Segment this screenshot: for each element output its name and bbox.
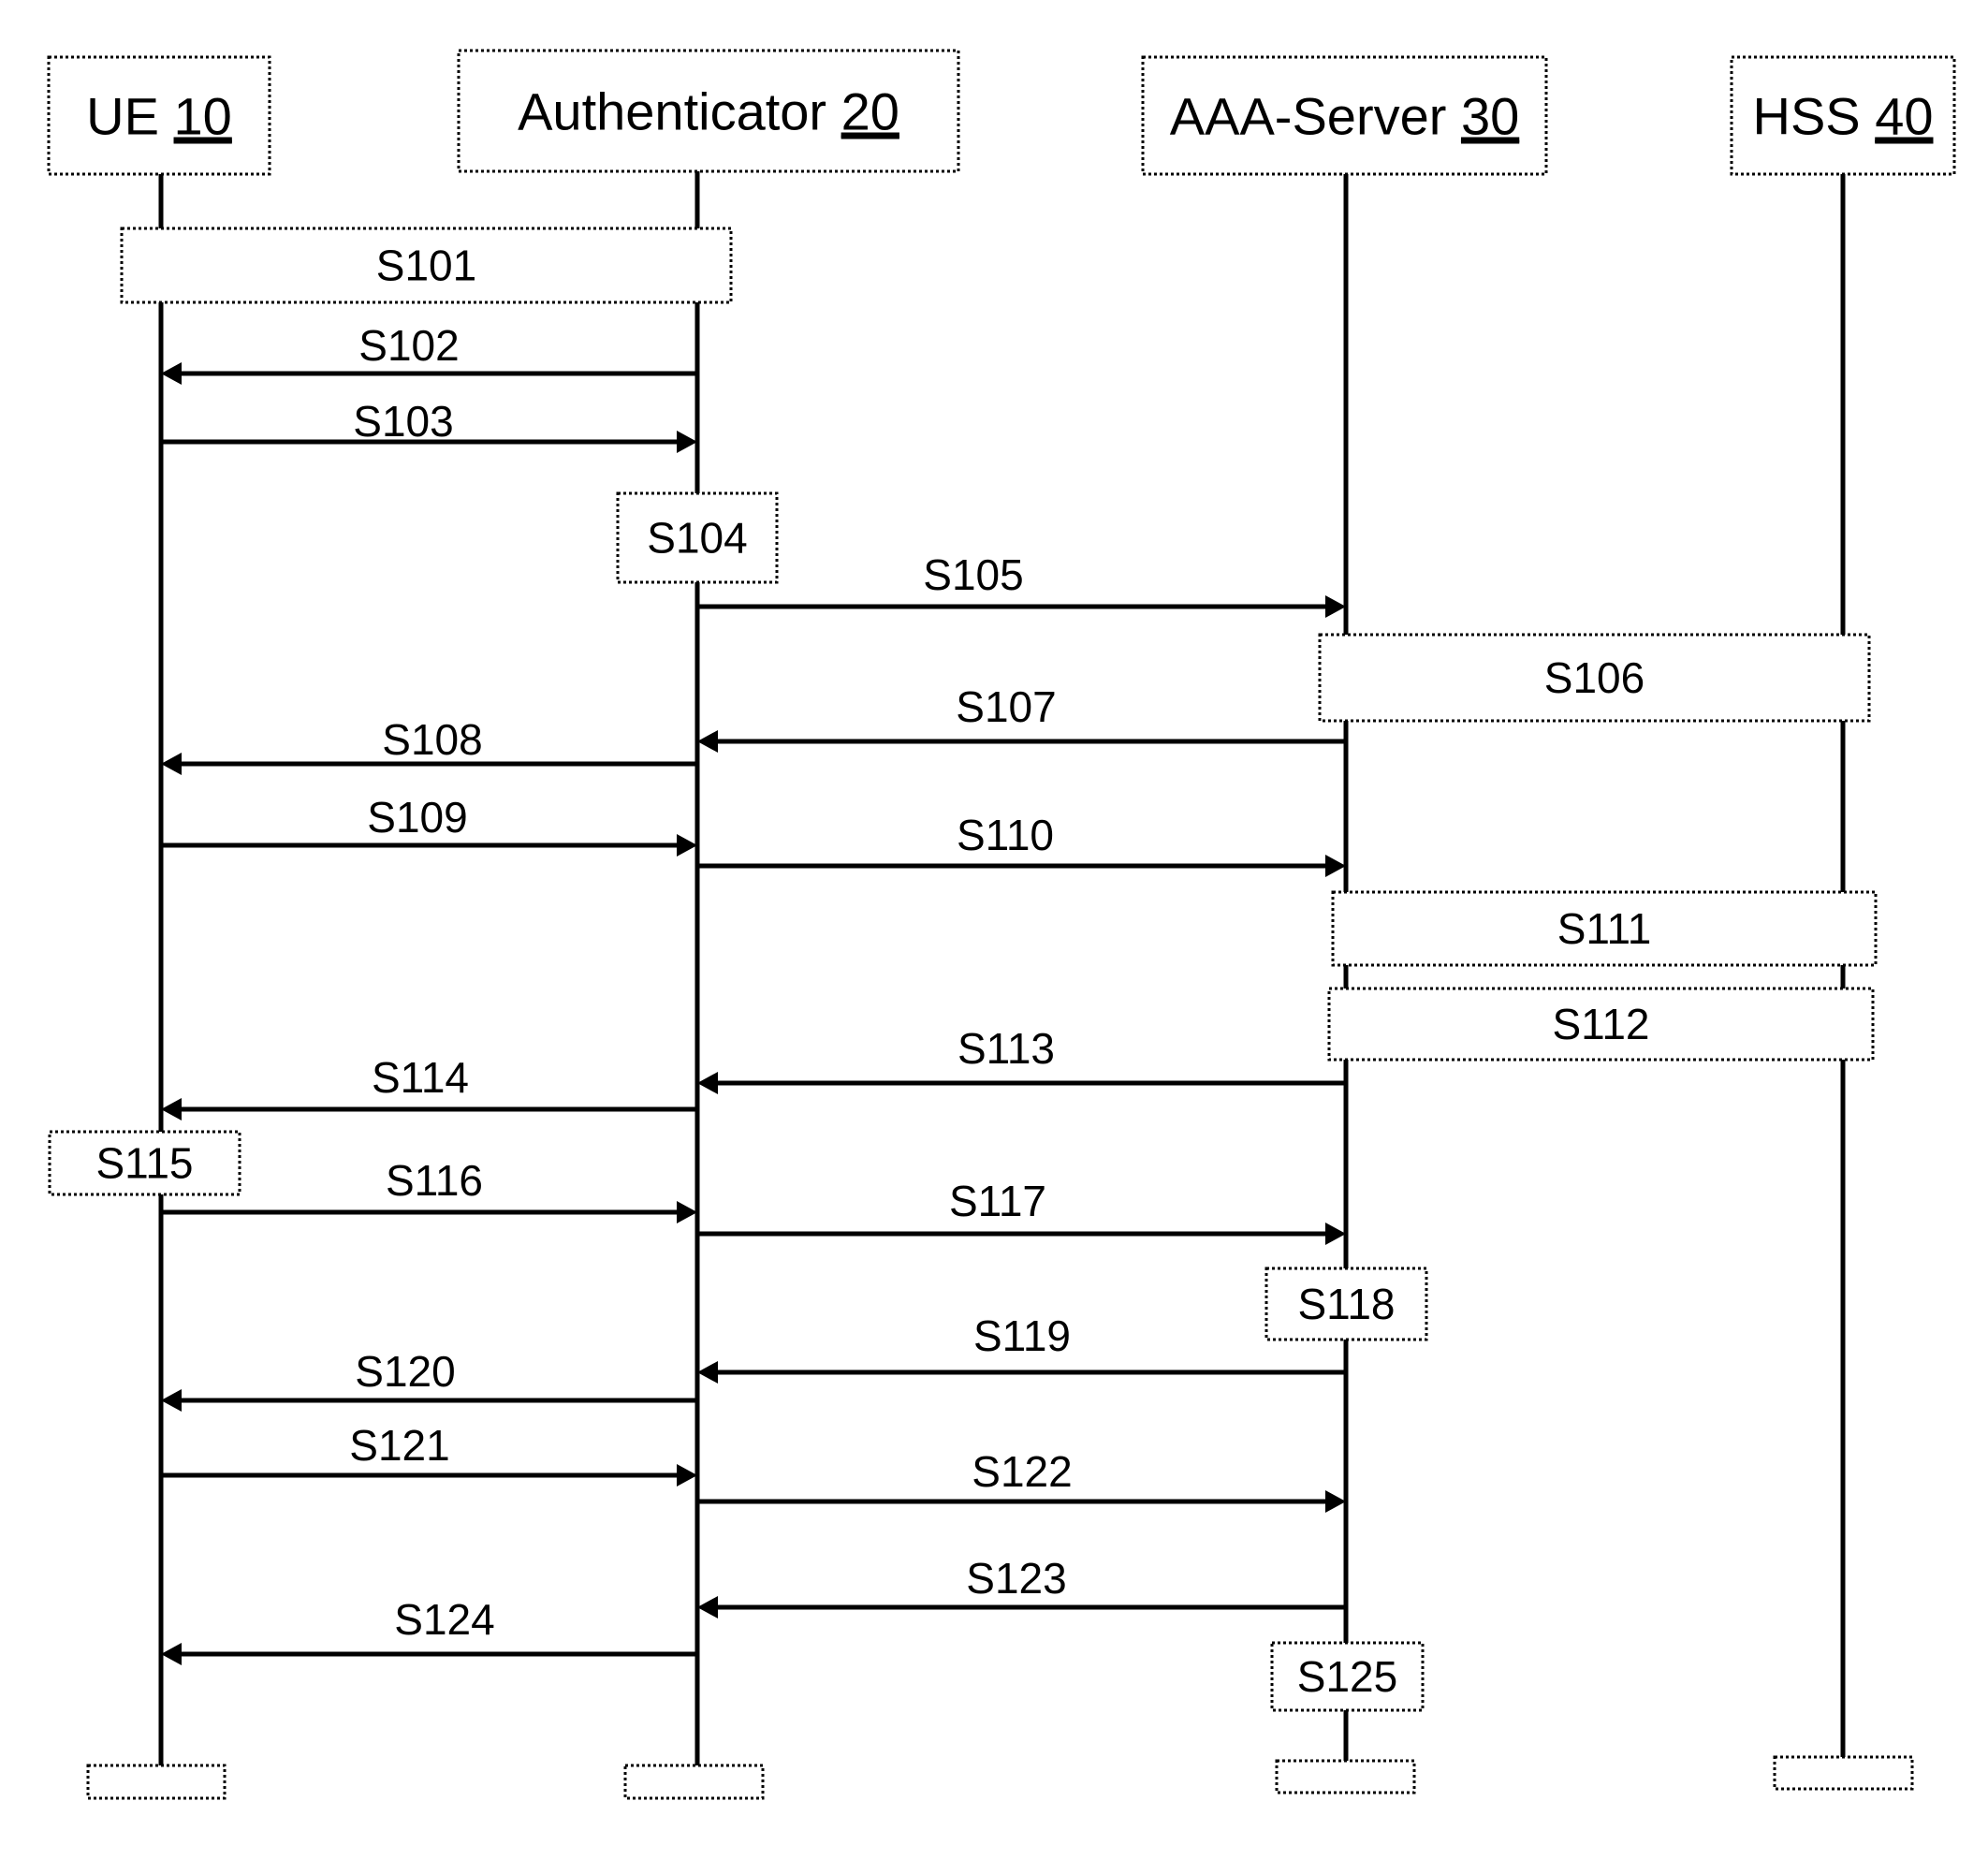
- process-s101: S101: [120, 227, 733, 304]
- arrowhead-icon: [161, 1098, 182, 1120]
- participant-label: HSS 40: [1753, 87, 1934, 146]
- message-label: S123: [966, 1554, 1066, 1603]
- message-label: S116: [386, 1156, 483, 1205]
- message-label: S113: [957, 1024, 1055, 1073]
- arrowhead-icon: [161, 1643, 182, 1665]
- participant-ref: 10: [174, 87, 232, 146]
- message-s123: S123: [697, 1554, 1346, 1618]
- arrowhead-icon: [161, 1389, 182, 1412]
- process-label: S118: [1297, 1280, 1395, 1328]
- message-label: S122: [972, 1447, 1072, 1496]
- participant-ref: 30: [1461, 87, 1519, 146]
- message-s105: S105: [697, 550, 1346, 618]
- message-s121: S121: [161, 1421, 697, 1487]
- message-label: S121: [349, 1421, 449, 1470]
- message-s113: S113: [697, 1024, 1346, 1094]
- arrowhead-icon: [697, 1072, 718, 1094]
- process-label: S112: [1552, 1000, 1649, 1048]
- process-label: S106: [1544, 653, 1644, 702]
- sequence-diagram: UE 10 Authenticator 20 AAA-Server 30 HSS 40…: [47, 49, 1956, 1800]
- message-s119: S119: [697, 1311, 1346, 1384]
- arrowhead-icon: [677, 1464, 697, 1487]
- lifeline-end-hss: [1773, 1755, 1914, 1791]
- message-s120: S120: [161, 1347, 697, 1412]
- message-s124: S124: [161, 1595, 697, 1665]
- participant-name: UE: [86, 87, 173, 146]
- message-s110: S110: [697, 811, 1346, 877]
- process-s115: S115: [48, 1130, 241, 1196]
- process-label: S104: [647, 514, 747, 563]
- process-label: S111: [1557, 904, 1652, 953]
- lifeline-end-auth: [623, 1764, 765, 1800]
- message-label: S103: [353, 397, 453, 446]
- participant-label: AAA-Server 30: [1170, 87, 1520, 146]
- message-label: S105: [923, 550, 1023, 599]
- message-label: S117: [949, 1177, 1046, 1225]
- participant-ref: 20: [841, 82, 899, 141]
- arrowhead-icon: [161, 753, 182, 775]
- message-s117: S117: [697, 1177, 1346, 1245]
- process-s106: S106: [1318, 633, 1871, 723]
- participant-name: Authenticator: [518, 82, 841, 141]
- participant-auth: Authenticator 20: [457, 49, 960, 173]
- lifeline-end-ue: [86, 1764, 227, 1800]
- message-label: S110: [957, 811, 1054, 859]
- message-s109: S109: [161, 793, 697, 857]
- arrowhead-icon: [697, 1361, 718, 1384]
- process-s118: S118: [1264, 1267, 1428, 1341]
- arrowhead-icon: [1325, 1223, 1346, 1245]
- process-s104: S104: [616, 491, 779, 584]
- message-label: S119: [973, 1311, 1071, 1360]
- message-s103: S103: [161, 397, 697, 453]
- participant-ref: 40: [1875, 87, 1933, 146]
- arrowhead-icon: [1325, 1490, 1346, 1513]
- message-label: S108: [382, 715, 482, 764]
- message-s116: S116: [161, 1156, 697, 1223]
- arrowhead-icon: [1325, 855, 1346, 877]
- process-label: S101: [376, 242, 476, 290]
- participant-ue: UE 10: [47, 55, 271, 176]
- arrowhead-icon: [677, 1201, 697, 1223]
- message-s122: S122: [697, 1447, 1346, 1513]
- participant-name: HSS: [1753, 87, 1876, 146]
- arrowhead-icon: [697, 730, 718, 753]
- process-label: S125: [1297, 1652, 1397, 1701]
- process-s111: S111: [1331, 890, 1878, 967]
- message-label: S120: [355, 1347, 455, 1396]
- process-s112: S112: [1327, 987, 1875, 1062]
- participant-label: UE 10: [86, 87, 232, 146]
- participant-hss: HSS 40: [1730, 55, 1956, 176]
- message-s114: S114: [161, 1053, 697, 1120]
- message-label: S124: [394, 1595, 494, 1644]
- arrowhead-icon: [1325, 595, 1346, 618]
- message-s102: S102: [161, 321, 697, 385]
- arrowhead-icon: [697, 1596, 718, 1618]
- arrowhead-icon: [161, 362, 182, 385]
- arrowhead-icon: [677, 431, 697, 453]
- message-s107: S107: [697, 682, 1346, 753]
- process-label: S115: [95, 1139, 193, 1188]
- participant-label: Authenticator 20: [518, 82, 899, 141]
- lifeline-end-aaa: [1275, 1759, 1416, 1794]
- arrowhead-icon: [677, 834, 697, 857]
- message-s108: S108: [161, 715, 697, 775]
- message-label: S102: [358, 321, 459, 370]
- participant-name: AAA-Server: [1170, 87, 1461, 146]
- message-label: S109: [367, 793, 467, 842]
- participant-aaa: AAA-Server 30: [1141, 55, 1548, 176]
- message-label: S114: [372, 1053, 469, 1102]
- message-label: S107: [956, 682, 1056, 731]
- process-s125: S125: [1270, 1641, 1425, 1712]
